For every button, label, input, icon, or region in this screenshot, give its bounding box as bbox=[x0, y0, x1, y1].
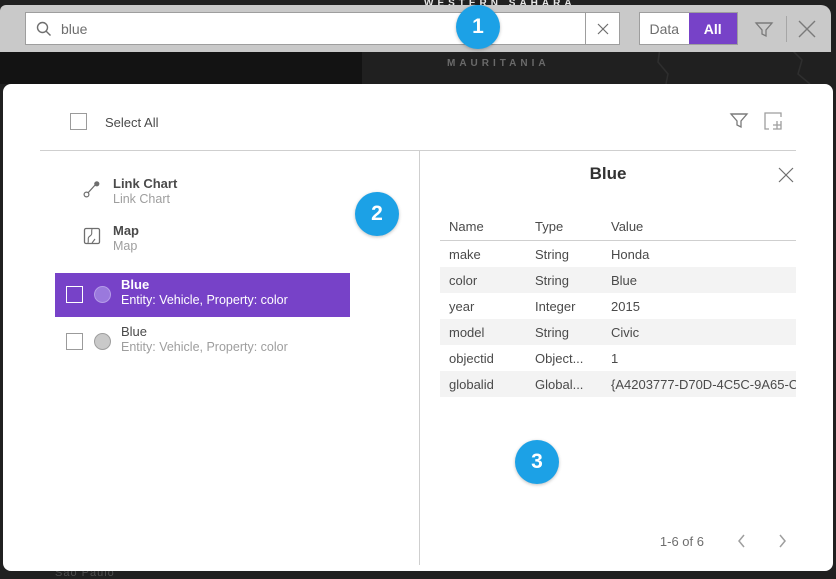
map-label-mauritania: MAURITANIA bbox=[447, 58, 550, 69]
list-detail-divider bbox=[419, 151, 420, 565]
result-subtitle: Entity: Vehicle, Property: color bbox=[121, 293, 288, 307]
result-title: Link Chart bbox=[113, 176, 177, 191]
cell-type: String bbox=[535, 273, 611, 288]
pagination-next-icon[interactable] bbox=[774, 533, 790, 549]
toolbar-divider bbox=[786, 16, 787, 42]
result-checkbox[interactable] bbox=[66, 286, 83, 303]
select-all-label: Select All bbox=[105, 115, 158, 130]
link-chart-icon bbox=[83, 180, 101, 198]
search-toolbar: Data All bbox=[0, 5, 831, 52]
header-divider bbox=[40, 150, 796, 151]
toolbar-filter-icon[interactable] bbox=[753, 18, 775, 40]
result-title: Map bbox=[113, 223, 139, 238]
add-to-selection-icon[interactable] bbox=[760, 108, 786, 134]
clear-x-icon bbox=[597, 23, 609, 35]
callout-1: 1 bbox=[456, 5, 500, 49]
cell-value: 1 bbox=[611, 351, 796, 366]
cell-type: String bbox=[535, 325, 611, 340]
detail-close-icon[interactable] bbox=[777, 166, 795, 184]
cell-value: Blue bbox=[611, 273, 796, 288]
fields-table: Name Type Value make String Honda color … bbox=[440, 212, 796, 397]
result-subtitle: Link Chart bbox=[113, 192, 170, 206]
callout-3: 3 bbox=[515, 440, 559, 484]
pagination-range: 1-6 of 6 bbox=[559, 534, 704, 549]
cell-value: {A4203777-D70D-4C5C-9A65-C... bbox=[611, 377, 796, 392]
search-box[interactable] bbox=[25, 12, 620, 45]
search-icon bbox=[35, 20, 53, 38]
cell-value: Civic bbox=[611, 325, 796, 340]
search-results-panel: Select All Link Chart Link Chart Map Map… bbox=[3, 84, 833, 571]
cell-name: make bbox=[449, 247, 535, 262]
callout-2: 2 bbox=[355, 192, 399, 236]
entity-dot-icon bbox=[94, 333, 111, 350]
cell-name: model bbox=[449, 325, 535, 340]
table-row: globalid Global... {A4203777-D70D-4C5C-9… bbox=[440, 371, 796, 397]
cell-name: objectid bbox=[449, 351, 535, 366]
detail-title: Blue bbox=[419, 164, 797, 184]
column-header-type: Type bbox=[535, 219, 611, 234]
toolbar-close-icon[interactable] bbox=[795, 17, 819, 41]
search-clear-button[interactable] bbox=[585, 12, 620, 45]
result-subtitle: Map bbox=[113, 239, 137, 253]
cell-type: Integer bbox=[535, 299, 611, 314]
cell-value: 2015 bbox=[611, 299, 796, 314]
result-item-blue-selected[interactable]: Blue Entity: Vehicle, Property: color bbox=[55, 273, 350, 317]
result-title: Blue bbox=[121, 277, 149, 292]
table-row: make String Honda bbox=[440, 241, 796, 267]
cell-type: String bbox=[535, 247, 611, 262]
table-row: model String Civic bbox=[440, 319, 796, 345]
result-item-blue[interactable]: Blue Entity: Vehicle, Property: color bbox=[55, 320, 350, 364]
result-checkbox[interactable] bbox=[66, 333, 83, 350]
column-header-name: Name bbox=[449, 219, 535, 234]
entity-dot-icon bbox=[94, 286, 111, 303]
table-header-row: Name Type Value bbox=[440, 212, 796, 240]
cell-name: color bbox=[449, 273, 535, 288]
result-title: Blue bbox=[121, 324, 147, 339]
search-input[interactable] bbox=[53, 21, 585, 37]
map-icon bbox=[83, 227, 101, 245]
map-border-lines bbox=[540, 48, 830, 84]
cell-name: year bbox=[449, 299, 535, 314]
table-row: color String Blue bbox=[440, 267, 796, 293]
panel-filter-icon[interactable] bbox=[728, 109, 750, 131]
cell-value: Honda bbox=[611, 247, 796, 262]
column-header-value: Value bbox=[611, 219, 796, 234]
result-subtitle: Entity: Vehicle, Property: color bbox=[121, 340, 288, 354]
scope-all-button[interactable]: All bbox=[689, 13, 738, 44]
select-all-checkbox[interactable] bbox=[70, 113, 87, 130]
cell-name: globalid bbox=[449, 377, 535, 392]
table-row: year Integer 2015 bbox=[440, 293, 796, 319]
scope-toggle: Data All bbox=[639, 12, 738, 45]
cell-type: Object... bbox=[535, 351, 611, 366]
pagination-prev-icon[interactable] bbox=[734, 533, 750, 549]
scope-data-button[interactable]: Data bbox=[640, 13, 689, 44]
table-row: objectid Object... 1 bbox=[440, 345, 796, 371]
cell-type: Global... bbox=[535, 377, 611, 392]
